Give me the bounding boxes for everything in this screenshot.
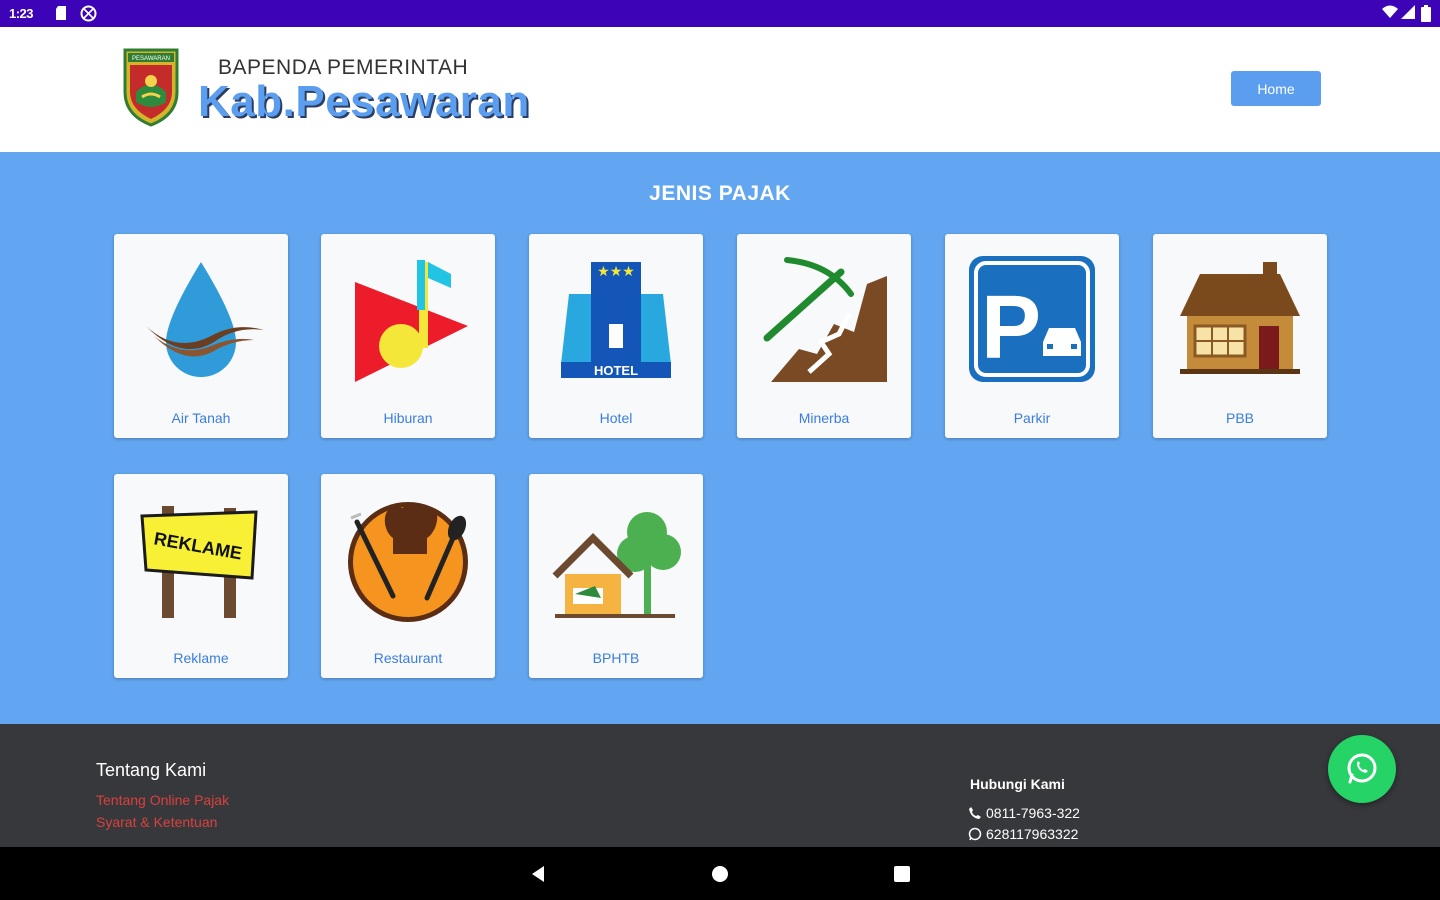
- pesawaran-logo: PESAWARAN: [123, 48, 179, 127]
- tile-label: Minerba: [798, 410, 850, 426]
- section-title: JENIS PAJAK: [649, 182, 791, 205]
- about-title: Tentang Kami: [96, 760, 207, 780]
- tile-hiburan[interactable]: Hiburan: [321, 234, 495, 438]
- battery-icon: [1421, 5, 1431, 22]
- home-circle-icon[interactable]: [707, 861, 733, 887]
- signal-icon: [1401, 5, 1415, 19]
- phone-number: 0811-7963-322: [986, 805, 1080, 821]
- contact-phone[interactable]: 0811-7963-322: [968, 805, 1080, 821]
- phone-icon: [969, 807, 981, 819]
- status-bar: 1:23: [0, 0, 1440, 27]
- tile-hotel[interactable]: ★★★ HOTEL Hotel: [529, 234, 703, 438]
- contact-whatsapp[interactable]: 628117963322: [968, 826, 1078, 842]
- footer: Tentang Kami Tentang Online Pajak Syarat…: [0, 724, 1440, 847]
- tile-parkir[interactable]: P Parkir: [945, 234, 1119, 438]
- tile-minerba[interactable]: Minerba: [737, 234, 911, 438]
- mining-pickaxe-icon: [763, 257, 887, 382]
- logo-text: PESAWARAN: [132, 56, 170, 62]
- music-play-icon: [355, 260, 468, 382]
- hotel-sign-text: HOTEL: [594, 363, 638, 378]
- tile-pbb[interactable]: PBB: [1153, 234, 1327, 438]
- data-saver-icon: [80, 5, 97, 22]
- whatsapp-icon: [1347, 753, 1377, 784]
- tile-label: Reklame: [173, 650, 229, 666]
- tile-label: Hotel: [599, 410, 633, 426]
- land-house-tree-icon: [552, 512, 681, 618]
- parking-sign-icon: P: [969, 256, 1095, 382]
- tile-air-tanah[interactable]: Air Tanah: [114, 234, 288, 438]
- wifi-icon: [1382, 5, 1398, 18]
- whatsapp-number: 628117963322: [986, 826, 1079, 842]
- restaurant-icon: [348, 502, 468, 622]
- status-time: 1:23: [9, 6, 34, 21]
- water-drop-icon: [146, 262, 264, 377]
- home-button[interactable]: Home: [1231, 71, 1321, 106]
- back-icon[interactable]: [526, 861, 552, 887]
- sd-card-icon: [56, 6, 66, 20]
- house-icon: [1180, 262, 1300, 374]
- tax-types-section: JENIS PAJAK Air Tanah Hiburan ★★★ HOTEL …: [0, 152, 1440, 724]
- hotel-building-icon: ★★★ HOTEL: [561, 262, 671, 378]
- tile-label: PBB: [1225, 410, 1254, 426]
- link-about-online-tax[interactable]: Tentang Online Pajak: [96, 792, 229, 808]
- tile-label: Hiburan: [383, 410, 433, 426]
- tile-label: Parkir: [1013, 410, 1051, 426]
- org-title: Kab.Pesawaran: [198, 77, 530, 126]
- whatsapp-icon: [968, 827, 982, 841]
- tile-restaurant[interactable]: Restaurant: [321, 474, 495, 678]
- tile-reklame[interactable]: REKLAME Reklame: [114, 474, 288, 678]
- contact-title: Hubungi Kami: [970, 776, 1065, 792]
- link-terms[interactable]: Syarat & Ketentuan: [96, 814, 217, 830]
- tile-label: Air Tanah: [171, 410, 231, 426]
- tile-bphtb[interactable]: BPHTB: [529, 474, 703, 678]
- recents-icon[interactable]: [889, 861, 915, 887]
- billboard-sign-icon: REKLAME: [140, 506, 258, 618]
- system-nav-bar: [0, 847, 1440, 900]
- tile-label: Restaurant: [373, 650, 443, 666]
- tile-label: BPHTB: [592, 650, 640, 666]
- whatsapp-fab-button[interactable]: [1328, 735, 1396, 803]
- parking-sign-text: P: [981, 278, 1041, 378]
- app-header: PESAWARAN BAPENDA PEMERINTAH Kab.Pesawar…: [0, 27, 1440, 152]
- svg-text:★★★: ★★★: [597, 263, 635, 279]
